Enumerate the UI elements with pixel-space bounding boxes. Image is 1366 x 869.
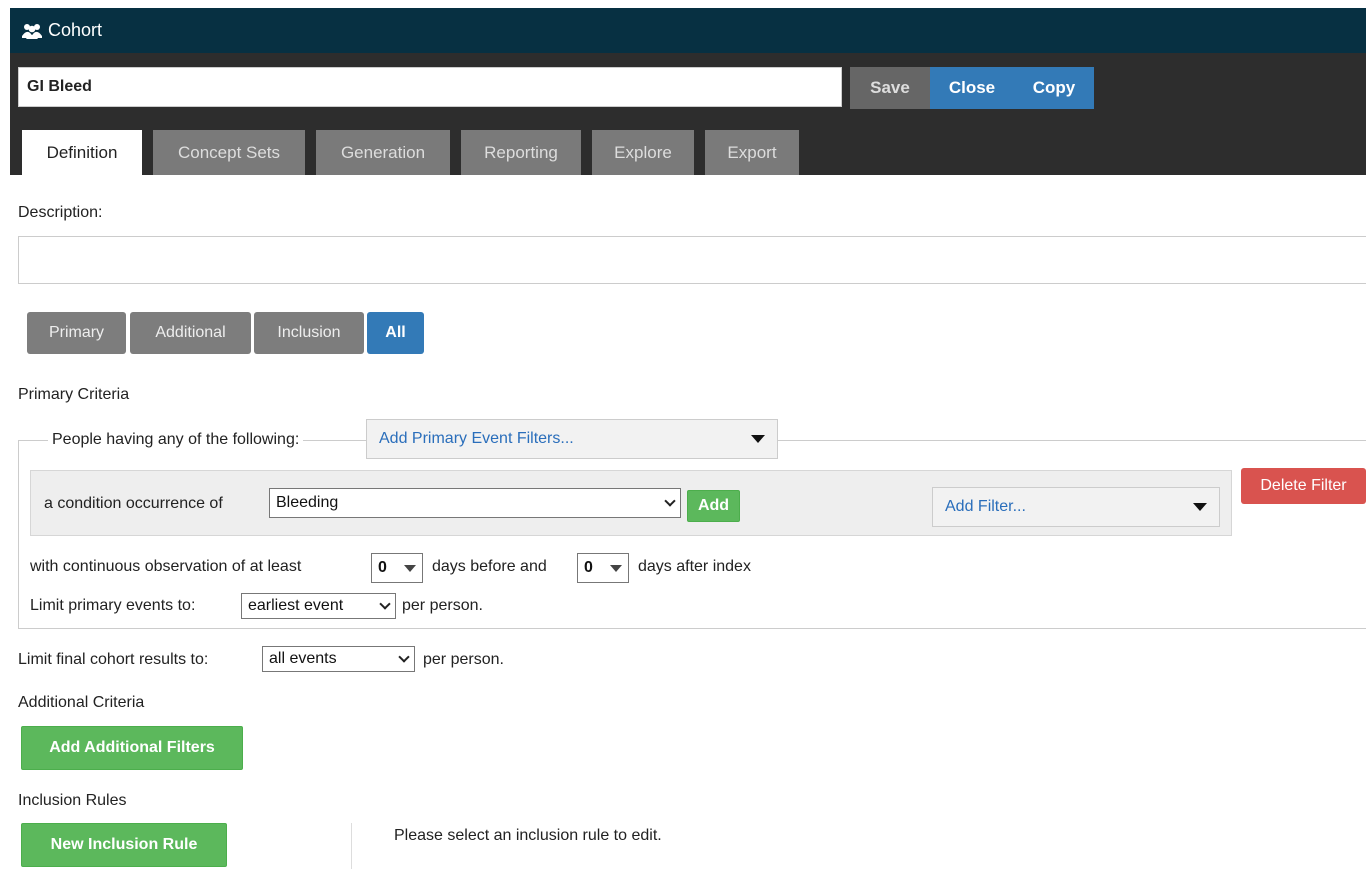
- save-button[interactable]: Save: [850, 67, 930, 109]
- condition-prefix-label: a condition occurrence of: [44, 495, 223, 512]
- limit-final-results-value: all events: [269, 650, 337, 667]
- view-additional-button[interactable]: Additional: [130, 312, 251, 354]
- copy-button[interactable]: Copy: [1014, 67, 1094, 109]
- tab-reporting[interactable]: Reporting: [461, 130, 581, 175]
- days-after-select[interactable]: 0: [577, 553, 629, 583]
- days-after-value: 0: [584, 559, 593, 576]
- limit-primary-suffix-label: per person.: [402, 597, 483, 614]
- primary-criteria-title: Primary Criteria: [18, 386, 130, 403]
- chevron-down-icon: [664, 495, 676, 507]
- tab-generation[interactable]: Generation: [316, 130, 450, 175]
- add-filter-dropdown[interactable]: Add Filter...: [932, 487, 1220, 527]
- tab-export[interactable]: Export: [705, 130, 799, 175]
- view-inclusion-button[interactable]: Inclusion: [254, 312, 364, 354]
- view-primary-button[interactable]: Primary: [27, 312, 126, 354]
- add-primary-event-filters-dropdown[interactable]: Add Primary Event Filters...: [366, 419, 778, 459]
- limit-final-prefix-label: Limit final cohort results to:: [18, 651, 209, 668]
- limit-final-suffix-label: per person.: [423, 651, 504, 668]
- users-icon: [22, 23, 42, 39]
- limit-primary-prefix-label: Limit primary events to:: [30, 597, 196, 614]
- observation-prefix-label: with continuous observation of at least: [30, 558, 302, 575]
- triangle-down-icon: [610, 564, 622, 572]
- tab-explore[interactable]: Explore: [592, 130, 694, 175]
- limit-primary-events-select[interactable]: earliest event: [241, 593, 396, 619]
- page-title: Cohort: [48, 20, 103, 40]
- chevron-down-icon: [379, 598, 391, 610]
- app-title-bar: Cohort: [10, 8, 1366, 53]
- days-before-value: 0: [378, 559, 387, 576]
- inclusion-rules-title: Inclusion Rules: [18, 792, 127, 809]
- add-primary-event-filters-label: Add Primary Event Filters...: [379, 430, 574, 447]
- inclusion-rules-divider: [351, 823, 352, 869]
- add-filter-label: Add Filter...: [945, 498, 1026, 515]
- tab-concept-sets[interactable]: Concept Sets: [153, 130, 305, 175]
- observation-suffix-label: days after index: [638, 558, 751, 575]
- chevron-down-icon: [398, 651, 410, 663]
- caret-down-icon: [1193, 503, 1207, 511]
- triangle-down-icon: [404, 564, 416, 572]
- days-before-select[interactable]: 0: [371, 553, 423, 583]
- additional-criteria-title: Additional Criteria: [18, 694, 145, 711]
- limit-primary-events-value: earliest event: [248, 597, 344, 614]
- tab-definition[interactable]: Definition: [22, 130, 142, 175]
- primary-criteria-legend: People having any of the following:: [48, 420, 304, 460]
- description-field[interactable]: [18, 236, 1366, 284]
- add-concept-set-button[interactable]: Add: [687, 490, 740, 522]
- concept-set-select[interactable]: Bleeding: [269, 488, 681, 518]
- legend-text: People having any of the following:: [52, 431, 300, 448]
- concept-set-value: Bleeding: [276, 494, 339, 511]
- limit-final-results-select[interactable]: all events: [262, 646, 415, 672]
- observation-middle-label: days before and: [432, 558, 547, 575]
- cohort-name-input[interactable]: [18, 67, 842, 107]
- add-additional-filters-button[interactable]: Add Additional Filters: [21, 726, 243, 770]
- inclusion-rule-placeholder: Please select an inclusion rule to edit.: [394, 827, 662, 844]
- close-button[interactable]: Close: [930, 67, 1014, 109]
- description-label: Description:: [18, 204, 103, 221]
- view-all-button[interactable]: All: [367, 312, 424, 354]
- delete-filter-button[interactable]: Delete Filter: [1241, 468, 1366, 504]
- caret-down-icon: [751, 435, 765, 443]
- new-inclusion-rule-button[interactable]: New Inclusion Rule: [21, 823, 227, 867]
